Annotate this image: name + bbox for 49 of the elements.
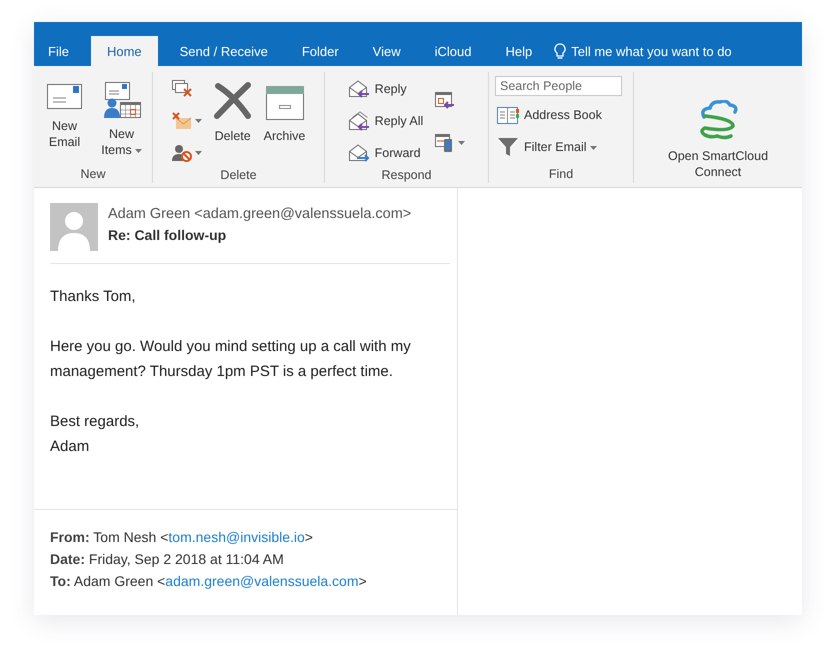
ribbon-tab[interactable]: Home xyxy=(90,36,158,66)
header-line: From: Tom Nesh <tom.nesh@invisible.io> xyxy=(50,528,314,547)
address-book-icon xyxy=(497,105,519,125)
header-line: To: Adam Green <adam.green@valenssuela.com> xyxy=(50,572,368,591)
ribbon-button[interactable]: Open SmartCloud Connect xyxy=(661,94,775,182)
ribbon-button[interactable]: Reply xyxy=(346,76,426,102)
email-link[interactable]: tom.nesh@invisible.io xyxy=(168,529,305,545)
ribbon-button[interactable]: Filter Email xyxy=(495,134,622,160)
archive-box-icon xyxy=(266,86,304,120)
body-text: Thanks Tom, xyxy=(50,288,136,305)
ribbon-tab[interactable]: File xyxy=(36,36,81,66)
ribbon-tab[interactable]: Help xyxy=(493,36,544,66)
envelope-x-icon xyxy=(172,112,192,130)
email-link[interactable]: adam.green@valenssuela.com xyxy=(165,573,359,589)
tell-me-search[interactable]: Tell me what you want to do xyxy=(571,44,732,58)
message-subject: Re: Call follow-up xyxy=(108,227,228,243)
body-text: Adam xyxy=(50,438,90,455)
ribbon-tab[interactable]: Folder xyxy=(290,36,351,66)
ribbon-tab[interactable]: Send / Receive xyxy=(168,36,280,66)
avatar-icon xyxy=(50,203,98,251)
ribbon-tab[interactable]: iCloud xyxy=(422,36,484,66)
body-text: Here you go. Would you mind setting up a call with my management? Thursday 1pm PST is a perfect time. xyxy=(50,338,411,380)
ribbon-button[interactable]: New Email xyxy=(40,76,89,152)
envelope-arrow-icon xyxy=(348,143,370,163)
envelopes-arrow-icon xyxy=(348,111,370,131)
body-text: Best regards, xyxy=(50,413,140,430)
filter-icon xyxy=(497,137,519,157)
envelope-arrow-icon xyxy=(348,79,370,99)
ribbon-tab[interactable]: View xyxy=(360,36,413,66)
ribbon-button[interactable]: Delete xyxy=(212,76,254,146)
group-label: New xyxy=(80,167,106,181)
search-field[interactable]: Search People xyxy=(495,76,622,96)
group-label: Delete xyxy=(220,168,257,182)
lightbulb-icon xyxy=(554,42,566,60)
stacked-envelope-x-icon xyxy=(172,80,192,98)
envelope-icon xyxy=(46,82,82,110)
sender-name: Adam Green <adam.green@valenssuela.com> xyxy=(108,206,412,222)
group-label: Respond xyxy=(381,168,432,182)
person-blocked-icon xyxy=(172,144,192,162)
ribbon-button[interactable]: Archive xyxy=(262,76,308,146)
ribbon-button[interactable]: Reply All xyxy=(346,108,426,134)
ribbon-button[interactable]: Address Book xyxy=(495,102,622,128)
header-line: Date: Friday, Sep 2 2018 at 11:04 AM xyxy=(50,550,285,569)
envelope-person-calendar-icon xyxy=(102,82,140,118)
ribbon-button[interactable]: Forward xyxy=(346,140,426,166)
group-label: Find xyxy=(548,167,574,181)
cloud-swirl-icon xyxy=(698,100,738,140)
delete-x-icon xyxy=(214,82,252,120)
ribbon-button[interactable]: New Items xyxy=(97,76,146,160)
